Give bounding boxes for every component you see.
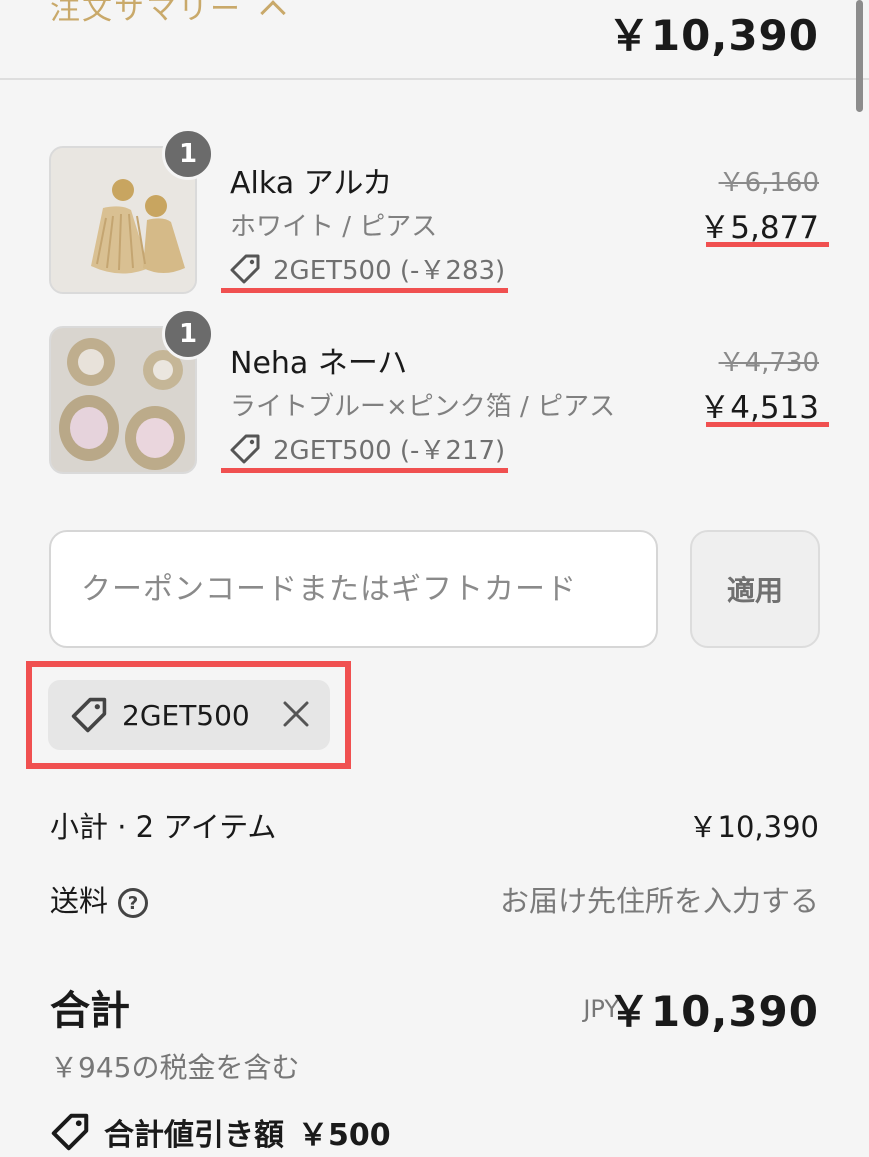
coupon-code-input[interactable] [49,530,658,648]
savings-label: 合計値引き額 [104,1118,284,1153]
item-variant: ホワイト / ピアス [230,212,438,242]
scrollbar[interactable] [856,0,863,112]
savings-value: ￥500 [298,1118,391,1153]
chevron-up-icon [260,0,286,26]
discounted-price: ￥4,513 [699,390,819,426]
item-discount: 2GET500 (-￥217) [229,430,505,467]
applied-code-label: 2GET500 [122,698,250,732]
tag-icon [51,1113,89,1151]
shipping-value: お届け先住所を入力する [499,884,819,918]
applied-code-chip: 2GET500 [48,680,330,750]
tax-note: ￥945の税金を含む [50,1051,300,1084]
order-summary-label: 注文サマリー [50,0,242,27]
item-name: Neha ネーハ [230,346,408,381]
order-summary-toggle[interactable]: 注文サマリー [50,0,286,28]
item-discount-label: 2GET500 (-￥283) [273,256,506,286]
close-icon[interactable] [282,700,310,728]
subtotal-label: 小計 · 2 アイテム [50,810,277,844]
header-total: ￥10,390 [607,11,819,60]
line-item: 1 Neha ネーハ ライトブルー×ピンク箔 / ピアス 2GET500 (-￥… [0,308,869,476]
item-discount-label: 2GET500 (-￥217) [273,436,506,466]
total-value: ￥10,390 [607,987,819,1036]
quantity-badge: 1 [162,308,214,360]
tag-icon [230,434,260,463]
apply-button[interactable]: 適用 [690,530,820,648]
subtotal-value: ￥10,390 [688,810,819,844]
tag-icon [230,254,260,283]
discounted-price: ￥5,877 [699,210,819,246]
highlight-underline [706,422,829,427]
total-savings: 合計値引き額 ￥500 [50,1110,391,1154]
highlight-underline [221,288,508,293]
shipping-label: 送料 [50,884,109,918]
item-name: Alka アルカ [230,166,393,201]
order-summary-header: 注文サマリー ￥10,390 [0,0,869,80]
line-item: 1 Alka アルカ ホワイト / ピアス 2GET500 (-￥283) ￥6… [0,128,869,296]
total-label: 合計 [50,988,130,1034]
original-price: ￥6,160 [718,168,819,198]
tag-icon [71,697,107,733]
item-discount: 2GET500 (-￥283) [229,250,505,287]
shipping-row: 送料? [50,878,149,920]
highlight-underline [221,468,508,473]
help-icon[interactable]: ? [118,888,149,918]
quantity-badge: 1 [162,128,214,180]
original-price: ￥4,730 [718,348,819,378]
item-variant: ライトブルー×ピンク箔 / ピアス [230,392,616,422]
highlight-underline [706,242,829,247]
